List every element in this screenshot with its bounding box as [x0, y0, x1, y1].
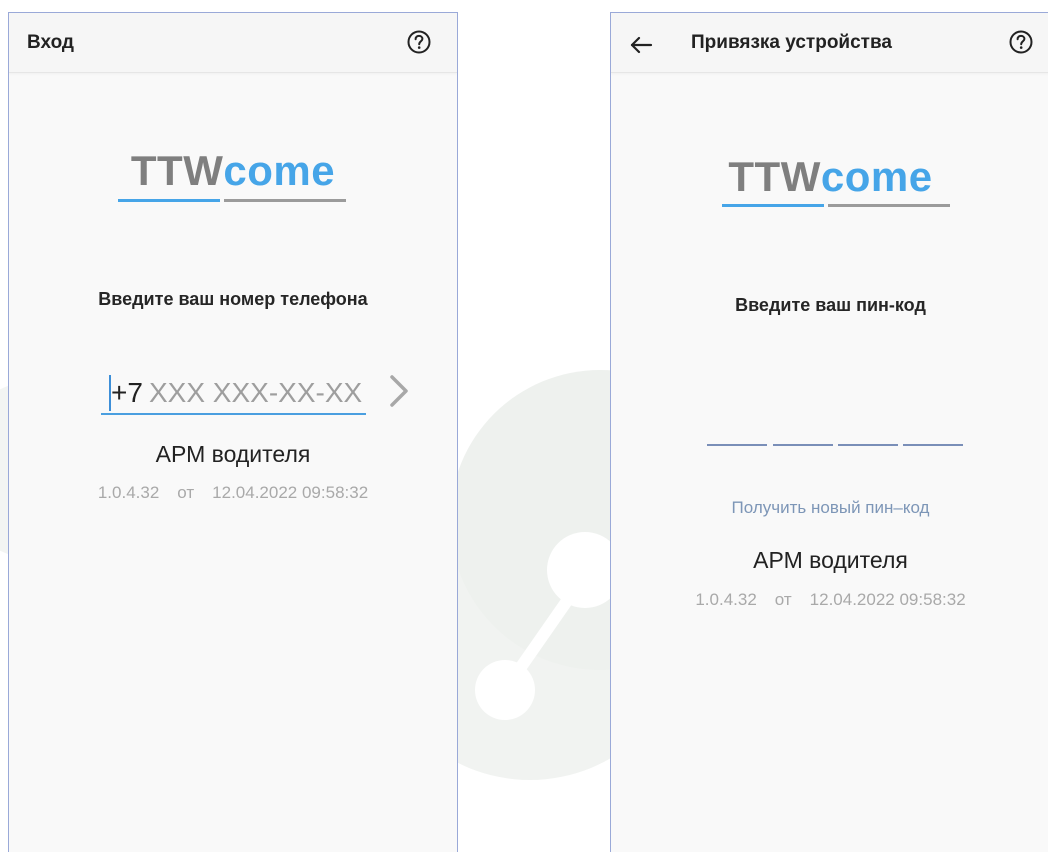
pin-digit-2[interactable]: [773, 426, 833, 446]
version-number: 1.0.4.32: [97, 483, 160, 502]
logo-text-ttw: TTW: [728, 153, 821, 200]
arrow-left-icon[interactable]: [629, 35, 653, 55]
binding-app-bar: Привязка устройства: [611, 13, 1048, 73]
phone-prompt: Введите ваш номер телефона: [98, 289, 368, 309]
device-binding-screen: Привязка устройства TTWcome Введите ваш …: [610, 12, 1048, 852]
logo-text-come: come: [223, 147, 336, 194]
logo-text-come: come: [820, 153, 933, 200]
logo-underline: [118, 199, 346, 202]
phone-field[interactable]: +7: [101, 371, 366, 415]
pin-prompt: Введите ваш пин-код: [735, 295, 926, 315]
phone-country-prefix: +7: [111, 377, 143, 408]
logo-text-ttw: TTW: [130, 147, 224, 194]
help-circle-icon[interactable]: [406, 29, 432, 55]
pin-digit-1[interactable]: [707, 426, 767, 446]
version-info: 1.0.4.32 от 12.04.2022 09:58:32: [9, 483, 457, 503]
logo-underline: [722, 204, 950, 207]
version-date: 12.04.2022 09:58:32: [809, 590, 966, 609]
phone-input[interactable]: [149, 373, 364, 413]
pin-code-input: [707, 426, 967, 446]
ttwcome-logo: TTWcome: [9, 147, 457, 195]
version-separator: от: [774, 590, 792, 609]
version-date: 12.04.2022 09:58:32: [212, 483, 369, 502]
pin-digit-4[interactable]: [903, 426, 963, 446]
binding-title: Привязка устройства: [691, 32, 892, 53]
get-new-pin-link[interactable]: Получить новый пин–код: [611, 498, 1048, 518]
help-circle-icon[interactable]: [1008, 29, 1034, 55]
version-number: 1.0.4.32: [695, 590, 757, 609]
login-screen: Вход TTWcome Введите ваш номер телефона …: [8, 12, 458, 852]
pin-digit-3[interactable]: [838, 426, 898, 446]
ttwcome-logo: TTWcome: [611, 153, 1048, 201]
login-app-bar: Вход: [9, 13, 457, 73]
chevron-right-icon[interactable]: [383, 373, 413, 409]
app-name: АРМ водителя: [753, 547, 908, 573]
version-info: 1.0.4.32 от 12.04.2022 09:58:32: [611, 590, 1048, 610]
app-name: АРМ водителя: [155, 441, 311, 467]
login-title: Вход: [27, 32, 74, 53]
version-separator: от: [177, 483, 195, 502]
